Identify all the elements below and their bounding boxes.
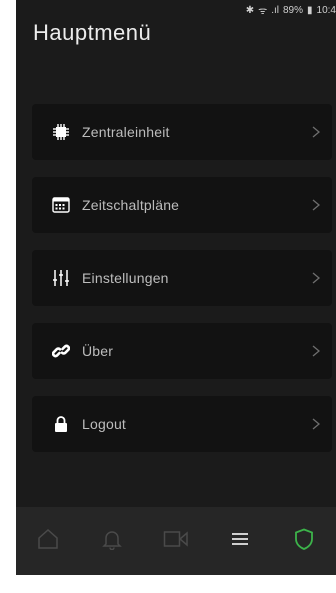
app-screen: ✱ ᯤ .ıl 89% ▮ 10:4 Hauptmenü Zentraleinh… — [16, 0, 336, 575]
chevron-right-icon — [310, 195, 322, 215]
wifi-icon: ᯤ — [258, 6, 268, 17]
link-icon — [51, 341, 71, 361]
lock-icon — [51, 414, 71, 434]
home-icon — [37, 528, 59, 555]
menu-item-zeitschaltplaene[interactable]: Zeitschaltpläne — [32, 177, 332, 233]
nav-home[interactable] — [16, 507, 80, 575]
page-title: Hauptmenü — [33, 20, 152, 45]
menu-item-label: Über — [82, 343, 114, 359]
battery-icon: ▮ — [307, 4, 313, 16]
signal-icon: .ıl — [271, 4, 279, 16]
video-icon — [163, 529, 189, 554]
status-time: 10:4 — [316, 4, 336, 16]
nav-notifications[interactable] — [80, 507, 144, 575]
bluetooth-icon: ✱ — [245, 4, 255, 16]
menu-item-einstellungen[interactable]: Einstellungen — [32, 250, 332, 306]
chip-icon — [51, 122, 71, 142]
menu-item-label: Logout — [82, 416, 127, 432]
menu-icon — [230, 531, 250, 552]
menu-item-zentraleinheit[interactable]: Zentraleinheit — [32, 104, 332, 160]
chevron-right-icon — [310, 414, 322, 434]
shield-icon — [294, 528, 314, 555]
chevron-right-icon — [310, 268, 322, 288]
menu-item-logout[interactable]: Logout — [32, 396, 332, 452]
chevron-right-icon — [310, 341, 322, 361]
bell-icon — [101, 528, 123, 555]
nav-security[interactable] — [272, 507, 336, 575]
menu-item-label: Zeitschaltpläne — [82, 197, 180, 213]
status-bar: ✱ ᯤ .ıl 89% ▮ 10:4 — [16, 0, 336, 20]
menu-item-label: Zentraleinheit — [82, 124, 170, 140]
nav-menu[interactable] — [208, 507, 272, 575]
nav-video[interactable] — [144, 507, 208, 575]
main-menu: Zentraleinheit Zeitschaltpläne Einstellu… — [32, 104, 332, 469]
calendar-icon — [51, 195, 71, 215]
bottom-navigation — [16, 507, 336, 575]
sliders-icon — [51, 268, 71, 288]
chevron-right-icon — [310, 122, 322, 142]
menu-item-label: Einstellungen — [82, 270, 169, 286]
battery-percentage: 89% — [283, 4, 304, 16]
menu-item-ueber[interactable]: Über — [32, 323, 332, 379]
